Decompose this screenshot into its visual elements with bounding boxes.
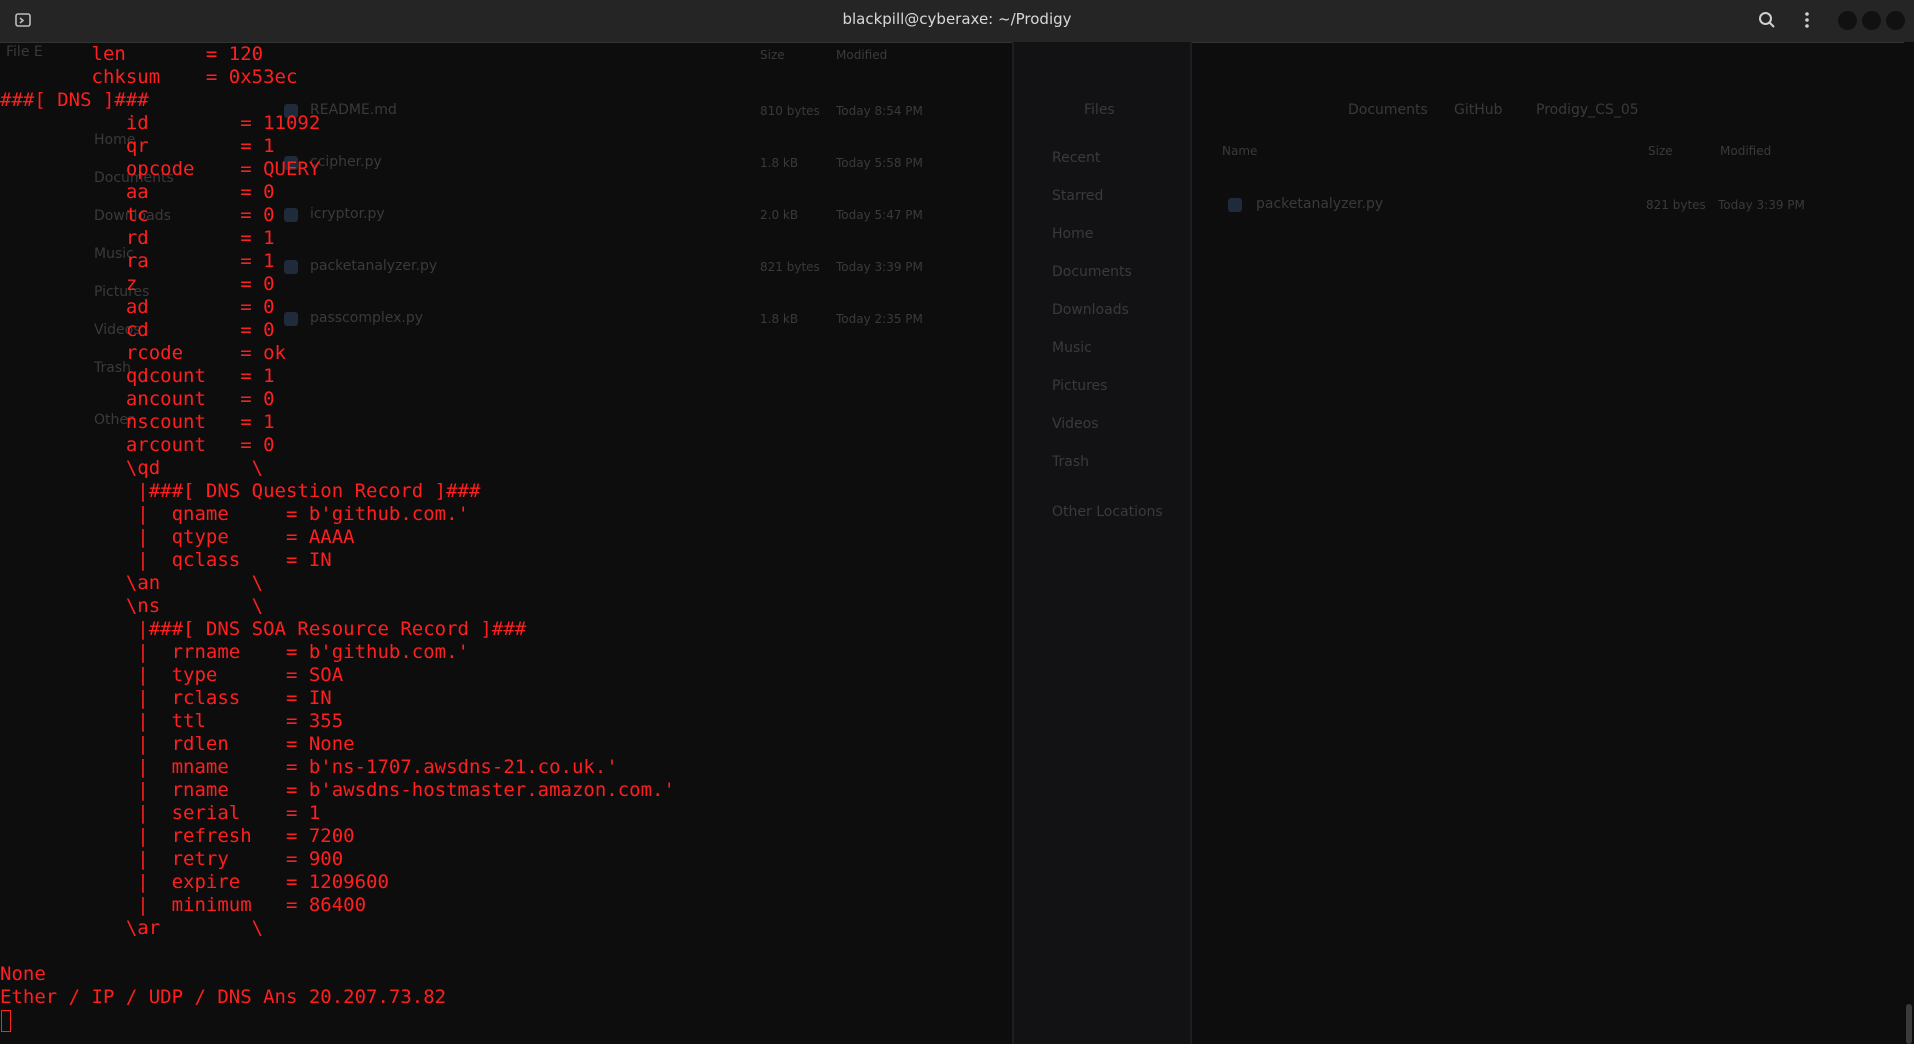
bg-file-modified: Today 8:54 PM (836, 104, 923, 118)
bg-path-segment: GitHub (1454, 102, 1503, 118)
terminal-line: chksum = 0x53ec (0, 66, 298, 88)
terminal-line: | ttl = 355 (0, 710, 344, 732)
terminal-line: | refresh = 7200 (0, 825, 355, 847)
terminal-line: cd = 0 (0, 319, 275, 341)
terminal-line: | type = SOA (0, 664, 344, 686)
terminal-line: \ar \ (0, 917, 264, 939)
bg-file-modified: Today 3:39 PM (836, 260, 923, 274)
terminal-line: ancount = 0 (0, 388, 275, 410)
bg-file-name: icryptor.py (310, 206, 385, 222)
terminal-line: | rclass = IN (0, 687, 332, 709)
terminal-line: \ns \ (0, 595, 264, 617)
terminal-line: ra = 1 (0, 250, 275, 272)
terminal-scrollbar[interactable] (1904, 42, 1914, 1044)
terminal-line: rd = 1 (0, 227, 275, 249)
bg-place: Home (1052, 226, 1094, 242)
terminal-line: tc = 0 (0, 204, 275, 226)
terminal-line: \qd \ (0, 457, 264, 479)
bg-right-col-name: Name (1222, 144, 1258, 158)
terminal-line: | qclass = IN (0, 549, 332, 571)
bg-place: Other Locations (1052, 504, 1163, 520)
bg-file-modified: Today 2:35 PM (836, 312, 923, 326)
bg-right-file-name: packetanalyzer.py (1256, 196, 1384, 212)
python-file-icon (284, 260, 298, 274)
python-file-icon (1228, 198, 1242, 212)
terminal-line: | mname = b'ns-1707.awsdns-21.co.uk.' (0, 756, 618, 778)
bg-file-name: ccipher.py (310, 154, 382, 170)
python-file-icon (284, 312, 298, 326)
terminal-line: None (0, 963, 46, 985)
terminal-line: | qname = b'github.com.' (0, 503, 469, 525)
terminal-line: nscount = 1 (0, 411, 275, 433)
terminal-line: | rdlen = None (0, 733, 355, 755)
bg-place: Trash (1052, 454, 1089, 470)
terminal-line: len = 120 (0, 43, 264, 65)
terminal-line: | qtype = AAAA (0, 526, 355, 548)
terminal-line: | expire = 1209600 (0, 871, 389, 893)
bg-right-file-modified: Today 3:39 PM (1718, 198, 1805, 212)
bg-place: Recent (1052, 150, 1101, 166)
terminal-line: aa = 0 (0, 181, 275, 203)
bg-file-size: 1.8 kB (760, 156, 799, 170)
terminal-line: \an \ (0, 572, 264, 594)
terminal-line: | retry = 900 (0, 848, 344, 870)
bg-place: Documents (1052, 264, 1132, 280)
minimize-button[interactable] (1838, 11, 1857, 30)
terminal-line: qdcount = 1 (0, 365, 275, 387)
bg-file-size: 810 bytes (760, 104, 820, 118)
bg-files-title: Files (1084, 102, 1115, 118)
terminal-line: ad = 0 (0, 296, 275, 318)
terminal-line: | serial = 1 (0, 802, 321, 824)
terminal-line: opcode = QUERY (0, 158, 321, 180)
terminal-line: | rrname = b'github.com.' (0, 641, 469, 663)
terminal-line: ###[ DNS ]### (0, 89, 149, 111)
search-icon[interactable] (1756, 9, 1778, 31)
terminal-line: arcount = 0 (0, 434, 275, 456)
terminal-line: id = 11092 (0, 112, 321, 134)
terminal-line: Ether / IP / UDP / DNS Ans 20.207.73.82 (0, 986, 447, 1008)
terminal-line: qr = 1 (0, 135, 275, 157)
close-button[interactable] (1886, 11, 1905, 30)
terminal-line: | rname = b'awsdns-hostmaster.amazon.com… (0, 779, 675, 801)
bg-file-size: 2.0 kB (760, 208, 799, 222)
bg-path-segment: Documents (1348, 102, 1428, 118)
bg-right-col-size: Size (1648, 144, 1673, 158)
maximize-button[interactable] (1862, 11, 1881, 30)
bg-col-modified: Modified (836, 48, 888, 62)
kebab-menu-icon[interactable] (1796, 9, 1818, 31)
bg-file-modified: Today 5:58 PM (836, 156, 923, 170)
bg-file-name: packetanalyzer.py (310, 258, 438, 274)
terminal-line: |###[ DNS Question Record ]### (0, 480, 481, 502)
bg-place: Music (1052, 340, 1092, 356)
scrollbar-thumb[interactable] (1906, 1004, 1912, 1044)
bg-file-size: 1.8 kB (760, 312, 799, 326)
terminal-cursor (1, 1010, 11, 1032)
terminal-line: z = 0 (0, 273, 275, 295)
bg-file-size: 821 bytes (760, 260, 820, 274)
bg-place: Downloads (1052, 302, 1129, 318)
bg-col-size: Size (760, 48, 785, 62)
python-file-icon (284, 208, 298, 222)
bg-file-modified: Today 5:47 PM (836, 208, 923, 222)
bg-file-name: passcomplex.py (310, 310, 424, 326)
bg-path-segment: Prodigy_CS_05 (1536, 102, 1639, 118)
terminal-line: rcode = ok (0, 342, 286, 364)
window-title: blackpill@cyberaxe: ~/Prodigy (842, 10, 1072, 28)
bg-file-name: README.md (310, 102, 397, 118)
bg-right-col-modified: Modified (1720, 144, 1772, 158)
title-bar: blackpill@cyberaxe: ~/Prodigy (0, 0, 1914, 43)
bg-place: Pictures (1052, 378, 1108, 394)
terminal-line: | minimum = 86400 (0, 894, 367, 916)
terminal-line: |###[ DNS SOA Resource Record ]### (0, 618, 527, 640)
bg-place: Starred (1052, 188, 1104, 204)
bg-place: Videos (1052, 416, 1099, 432)
bg-right-file-size: 821 bytes (1646, 198, 1706, 212)
